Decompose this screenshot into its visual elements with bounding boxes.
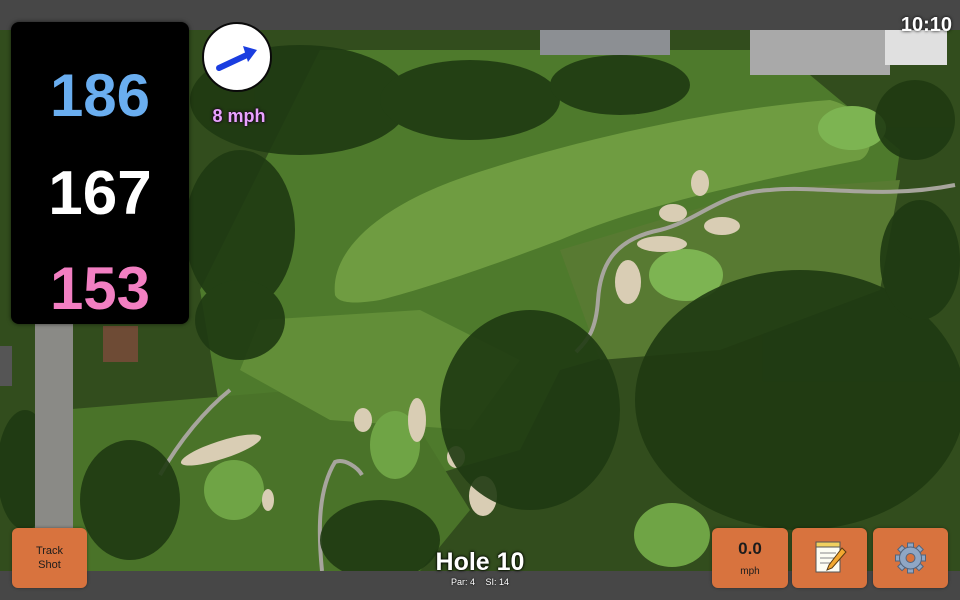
house-left [0,346,12,386]
parking-lot [750,30,890,75]
wind-speed: 8 mph [212,106,266,126]
hole-info: Par: 4 SI: 14 [380,577,580,587]
speed-button[interactable]: 0.0 mph [712,528,788,588]
building-top [540,30,670,55]
speed-unit: mph [740,566,760,577]
distance-middle: 167 [48,159,152,228]
arrow-northeast-icon [216,46,257,71]
speed-value: 0.0 [738,539,762,558]
notes-button[interactable] [792,528,867,588]
distance-front: 153 [49,255,151,322]
track-shot-label: Track Shot [35,545,64,571]
green-left [204,460,264,520]
house-roof [103,326,138,362]
notepad-pencil-icon [815,541,847,573]
green-bottom [634,503,710,567]
clock: 10:10 [900,14,952,36]
track-shot-button[interactable]: Track Shot [12,528,87,588]
hole-title: Hole 10 [435,548,525,576]
wind-direction-dial [202,22,272,92]
distance-back: 186 [49,62,151,129]
distance-panel: 186 167 153 [11,22,189,324]
gear-icon [895,542,926,574]
settings-button[interactable] [873,528,948,588]
hole-par: Par: 4 [450,577,475,587]
hole-stroke-index: SI: 14 [485,577,510,587]
